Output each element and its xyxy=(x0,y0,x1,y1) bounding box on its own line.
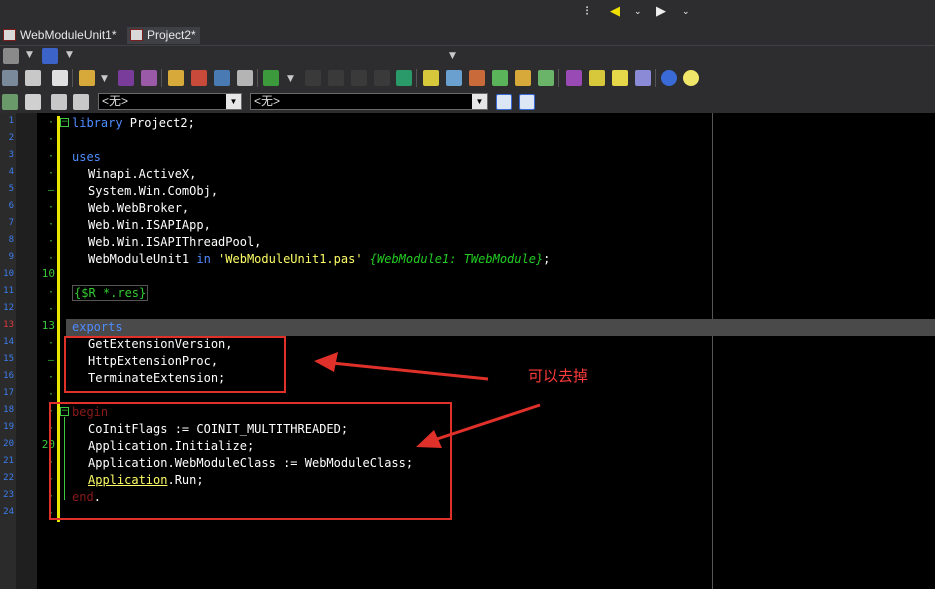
annotation-note: 可以去掉 xyxy=(528,367,589,385)
arrow-head-icon xyxy=(314,352,338,372)
arrow-shaft xyxy=(433,403,541,442)
arrow-shaft xyxy=(331,361,489,381)
annotation-arrows xyxy=(314,352,541,448)
